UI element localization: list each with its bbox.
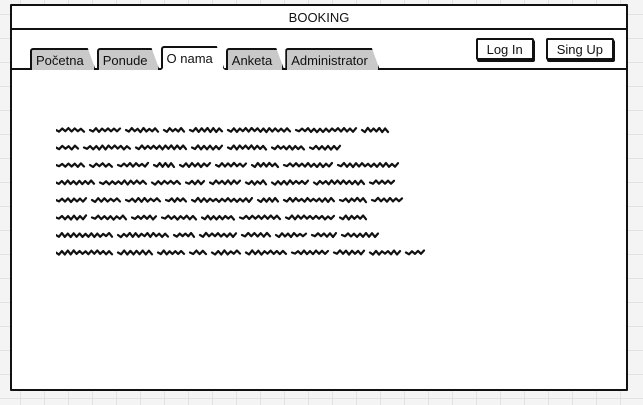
scribble-word — [340, 231, 380, 239]
scribble-word — [56, 249, 114, 256]
scribble-word — [56, 214, 88, 221]
login-button[interactable]: Log In — [475, 38, 534, 60]
tab-administrator[interactable]: Administrator — [285, 48, 380, 70]
scribble-word — [56, 162, 86, 168]
content-area — [12, 70, 626, 389]
scribble-word — [338, 196, 368, 204]
scribble-word — [172, 231, 196, 238]
scribble-word — [190, 196, 254, 203]
scribble-word — [294, 127, 358, 134]
tab-pocetna[interactable]: Početna — [30, 48, 96, 70]
scribble-word — [282, 196, 336, 203]
scribble-word — [184, 179, 206, 186]
scribble-word — [82, 144, 132, 151]
scribble-word — [404, 249, 426, 256]
scribble-word — [282, 161, 334, 169]
scribble-word — [56, 127, 86, 133]
scribble-word — [156, 249, 186, 256]
scribble-word — [368, 179, 396, 185]
top-navigation-bar: Početna Ponude O nama Anketa Administrat… — [12, 30, 626, 70]
scribble-word — [336, 161, 400, 169]
scribble-word — [98, 179, 148, 186]
scribble-word — [198, 231, 238, 238]
tab-ponude[interactable]: Ponude — [97, 48, 160, 70]
scribble-word — [124, 196, 162, 203]
scribble-word — [312, 179, 366, 186]
scribble-word — [88, 162, 114, 169]
scribble-word — [130, 214, 158, 221]
scribble-word — [256, 196, 280, 203]
scribble-word — [90, 197, 122, 203]
scribble-word — [210, 249, 242, 256]
window-title: BOOKING — [288, 9, 350, 25]
scribble-word — [310, 232, 338, 239]
scribble-text-placeholder — [56, 126, 426, 256]
scribble-word — [240, 231, 272, 238]
scribble-word — [274, 232, 308, 239]
nav-tabs: Početna Ponude O nama Anketa Administrat… — [30, 46, 381, 70]
scribble-word — [208, 179, 242, 186]
scribble-word — [332, 249, 366, 256]
scribble-word — [360, 126, 390, 134]
scribble-word — [134, 144, 188, 151]
scribble-word — [190, 144, 224, 151]
tab-anketa[interactable]: Anketa — [226, 48, 284, 70]
auth-buttons: Log In Sing Up — [475, 38, 614, 60]
scribble-word — [56, 231, 114, 239]
signup-button[interactable]: Sing Up — [545, 38, 614, 60]
scribble-word — [270, 144, 306, 151]
scribble-word — [226, 144, 268, 151]
scribble-word — [290, 249, 330, 256]
scribble-word — [284, 214, 336, 221]
scribble-word — [164, 197, 188, 203]
scribble-word — [200, 214, 236, 221]
scribble-word — [338, 214, 368, 221]
placeholder-text-block — [56, 122, 436, 262]
scribble-word — [88, 127, 122, 133]
scribble-word — [160, 214, 198, 221]
scribble-word — [124, 126, 160, 134]
scribble-word — [56, 197, 88, 204]
scribble-word — [56, 144, 80, 151]
scribble-word — [116, 231, 170, 239]
scribble-word — [370, 196, 404, 203]
scribble-word — [116, 161, 150, 168]
scribble-word — [270, 179, 310, 186]
scribble-word — [150, 179, 182, 186]
scribble-word — [116, 249, 154, 256]
window-titlebar: BOOKING — [12, 6, 626, 30]
scribble-word — [244, 249, 288, 256]
scribble-word — [188, 249, 208, 256]
app-window: BOOKING Početna Ponude O nama Anketa Adm… — [10, 4, 628, 391]
scribble-word — [152, 162, 176, 169]
scribble-word — [56, 179, 96, 186]
scribble-word — [308, 144, 342, 151]
scribble-word — [238, 214, 282, 221]
scribble-word — [368, 249, 402, 256]
scribble-word — [250, 161, 280, 169]
scribble-word — [188, 126, 224, 134]
scribble-word — [226, 126, 292, 134]
scribble-word — [162, 127, 186, 133]
scribble-word — [178, 162, 212, 169]
scribble-word — [214, 161, 248, 168]
scribble-word — [90, 214, 128, 221]
scribble-word — [244, 179, 268, 186]
tab-o-nama[interactable]: O nama — [161, 46, 225, 70]
